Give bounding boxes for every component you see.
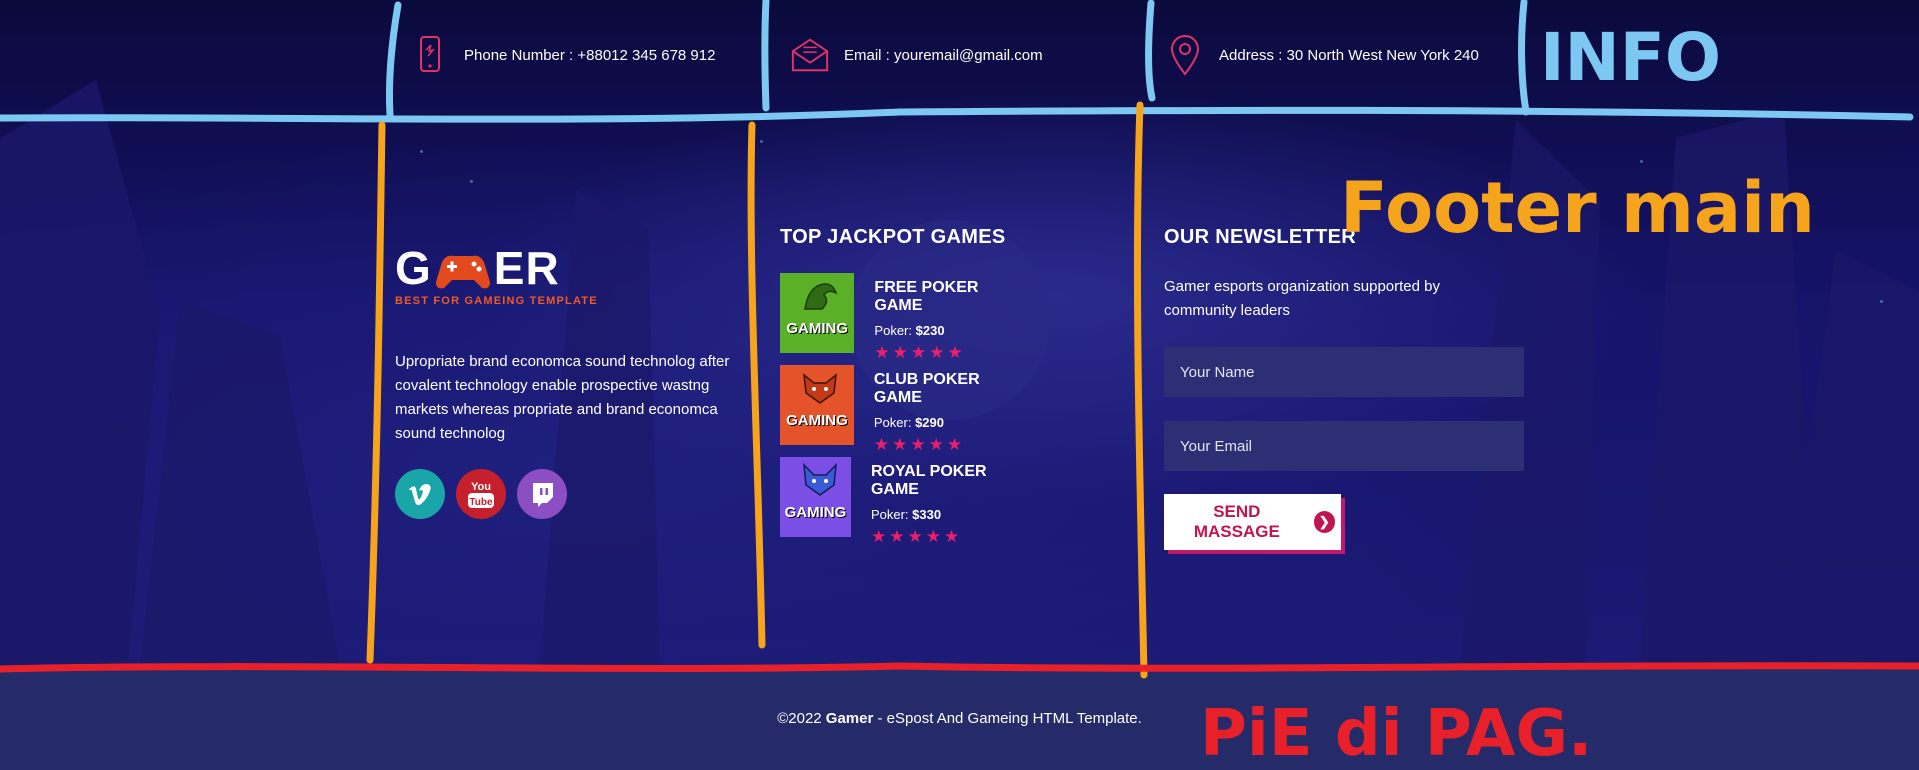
star-icon: ★ xyxy=(943,527,960,546)
info-phone[interactable]: Phone Number : +88012 345 678 912 xyxy=(410,32,715,78)
newsletter-description: Gamer esports organization supported by … xyxy=(1164,278,1440,319)
logo-tagline: BEST FOR GAMEING TEMPLATE xyxy=(395,295,598,307)
arrow-right-icon: ❯ xyxy=(1313,511,1335,533)
star-icon: ★ xyxy=(889,527,905,546)
youtube-icon: You Tube xyxy=(468,481,494,508)
star-icon: ★ xyxy=(892,343,908,362)
game-thumbnail: GAMING xyxy=(780,457,851,537)
star-icon: ★ xyxy=(907,527,923,546)
wolf-icon xyxy=(803,463,837,496)
game-price: Poker: $290 xyxy=(873,415,944,430)
info-email[interactable]: Email : youremail@gmail.com xyxy=(790,32,1043,78)
fox-icon xyxy=(803,373,837,404)
game-thumbnail: GAMING xyxy=(780,273,855,353)
star-icon: ★ xyxy=(928,435,944,454)
game-thumbnail: GAMING xyxy=(780,365,854,445)
star-icon: ★ xyxy=(892,435,908,454)
star-icon: ★ xyxy=(910,435,926,454)
location-pin-icon xyxy=(1165,35,1205,76)
star-icon: ★ xyxy=(946,435,963,454)
logo-wordmark: G ER xyxy=(395,245,598,291)
rating-stars: ★ ★ ★ ★ ★ xyxy=(874,344,1020,361)
copyright-text: ©2022 Gamer - eSpost And Gameing HTML Te… xyxy=(777,710,1142,727)
star-icon: ★ xyxy=(947,343,963,362)
dragon-icon xyxy=(804,283,838,310)
logo-letters-er: ER xyxy=(493,242,560,294)
vimeo-link[interactable] xyxy=(395,469,445,519)
game-price: Poker: $330 xyxy=(870,507,942,522)
youtube-link[interactable]: You Tube xyxy=(456,469,506,519)
email-input[interactable] xyxy=(1164,421,1524,471)
game-name[interactable]: CLUB POKER GAME xyxy=(874,371,1020,407)
info-bar: Phone Number : +88012 345 678 912 Email … xyxy=(0,0,1919,115)
send-button-label: SEND MASSAGE xyxy=(1193,502,1280,541)
mail-icon xyxy=(790,35,830,75)
newsletter-title: OUR NEWSLETTER xyxy=(1164,226,1356,248)
star-icon: ★ xyxy=(929,343,945,362)
gamepad-icon xyxy=(434,248,492,289)
email-text: Email : youremail@gmail.com xyxy=(844,46,1043,64)
brand-logo[interactable]: G ER BEST FOR GAMEING TEMPLATE xyxy=(395,245,598,307)
address-text: Address : 30 North West New York 240 xyxy=(1219,46,1479,64)
game-item-free-poker[interactable]: GAMING FREE POKER GAME Poker: $230 ★ ★ ★ ★ ★ xyxy=(780,273,1020,361)
phone-text: Phone Number : +88012 345 678 912 xyxy=(464,46,716,64)
twitch-icon xyxy=(533,483,553,507)
name-input[interactable] xyxy=(1164,347,1524,397)
star-icon: ★ xyxy=(870,527,887,546)
game-info: FREE POKER GAME Poker: $230 ★ ★ ★ ★ ★ xyxy=(874,273,1020,361)
star-icon: ★ xyxy=(873,435,890,454)
game-item-club-poker[interactable]: GAMING CLUB POKER GAME Poker: $290 ★ ★ ★ ★ ★ xyxy=(780,365,1020,453)
svg-text:Tube: Tube xyxy=(469,497,493,508)
game-info: ROYAL POKER GAME Poker: $330 ★ ★ ★ ★ ★ xyxy=(870,457,1020,545)
info-address[interactable]: Address : 30 North West New York 240 xyxy=(1165,32,1479,78)
phone-icon xyxy=(410,35,450,75)
rating-stars: ★ ★ ★ ★ ★ xyxy=(874,436,1020,453)
game-name[interactable]: ROYAL POKER GAME xyxy=(871,463,1020,499)
logo-letter-g: G xyxy=(395,242,432,294)
game-item-royal-poker[interactable]: GAMING ROYAL POKER GAME Poker: $330 ★ ★ ★ ★… xyxy=(780,457,1020,545)
rating-stars: ★ ★ ★ ★ ★ xyxy=(871,528,1020,545)
star-icon: ★ xyxy=(910,343,927,362)
about-text: Upropriate brand economca sound technolo… xyxy=(395,353,730,442)
svg-text:You: You xyxy=(471,481,491,493)
social-links: You Tube xyxy=(395,469,567,519)
game-name[interactable]: FREE POKER GAME xyxy=(874,279,1020,315)
game-price: Poker: $230 xyxy=(874,323,945,338)
star-icon: ★ xyxy=(874,343,890,362)
vimeo-icon xyxy=(409,484,431,506)
games-title: TOP JACKPOT GAMES xyxy=(780,226,1006,248)
twitch-link[interactable] xyxy=(517,469,567,519)
copyright-brand-link[interactable]: Gamer xyxy=(826,710,874,727)
game-info: CLUB POKER GAME Poker: $290 ★ ★ ★ ★ ★ xyxy=(873,365,1020,453)
star-icon: ★ xyxy=(925,527,941,546)
send-message-button[interactable]: SEND MASSAGE ❯ xyxy=(1164,494,1341,550)
